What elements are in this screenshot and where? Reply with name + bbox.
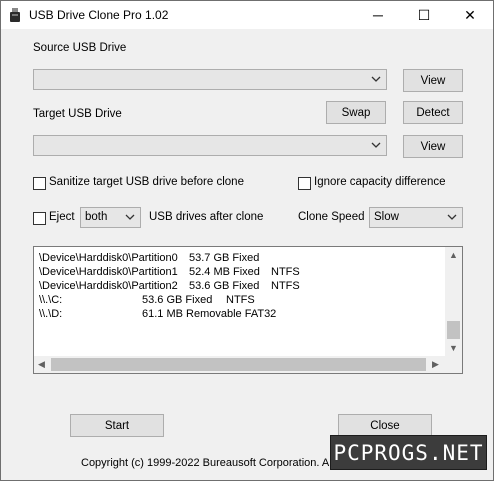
close-icon: ✕ (464, 6, 476, 23)
partition-name: \Device\Harddisk0\Partition2 (39, 280, 178, 292)
clone-speed-select[interactable]: Slow (369, 207, 463, 228)
minimize-button[interactable]: ─ (355, 1, 401, 29)
title-bar[interactable]: USB Drive Clone Pro 1.02 ─ ☐ ✕ (1, 1, 493, 29)
sanitize-checkbox[interactable] (33, 177, 46, 190)
partition-fs: NTFS (226, 294, 255, 306)
chevron-down-icon (371, 76, 381, 82)
detect-button[interactable]: Detect (403, 101, 463, 124)
partition-name: \Device\Harddisk0\Partition1 (39, 266, 178, 278)
vertical-scrollbar[interactable]: ▲ ▼ (445, 247, 462, 357)
maximize-button[interactable]: ☐ (401, 1, 447, 29)
partition-size: 53.6 GB Fixed (142, 294, 213, 306)
scroll-left-icon[interactable]: ◀ (38, 359, 45, 370)
horizontal-scrollbar[interactable]: ◀ ▶ (34, 356, 445, 373)
chevron-down-icon (125, 214, 135, 220)
target-drive-select[interactable] (33, 135, 387, 156)
swap-button[interactable]: Swap (326, 101, 386, 124)
usb-drive-icon (10, 8, 20, 22)
eject-mode-select[interactable]: both (80, 207, 141, 228)
start-button[interactable]: Start (70, 414, 164, 437)
clone-speed-value: Slow (374, 211, 399, 223)
ignore-capacity-label[interactable]: Ignore capacity difference (314, 176, 445, 188)
minimize-icon: ─ (373, 7, 383, 23)
partition-size: 52.4 MB Fixed (189, 266, 260, 278)
partition-size: 61.1 MB Removable FAT32 (142, 308, 277, 320)
partition-fs: NTFS (271, 280, 300, 292)
partition-fs: NTFS (271, 266, 300, 278)
partition-name: \Device\Harddisk0\Partition0 (39, 252, 178, 264)
watermark: PCPROGS.NET (330, 435, 487, 470)
partition-size: 53.7 GB Fixed (189, 252, 260, 264)
partition-name: \\.\D: (39, 308, 63, 320)
chevron-down-icon (447, 214, 457, 220)
maximize-icon: ☐ (417, 6, 431, 23)
chevron-down-icon (371, 142, 381, 148)
partition-name: \\.\C: (39, 294, 63, 306)
source-drive-label: Source USB Drive (33, 42, 127, 54)
close-window-button[interactable]: ✕ (447, 1, 493, 29)
target-view-button[interactable]: View (403, 135, 463, 158)
close-button[interactable]: Close (338, 414, 432, 437)
ignore-capacity-checkbox[interactable] (298, 177, 311, 190)
source-view-button[interactable]: View (403, 69, 463, 92)
scroll-down-icon[interactable]: ▼ (449, 343, 458, 353)
scroll-up-icon[interactable]: ▲ (449, 250, 458, 260)
clone-speed-label: Clone Speed (298, 211, 365, 223)
scroll-right-icon[interactable]: ▶ (432, 359, 439, 370)
eject-suffix-label: USB drives after clone (149, 211, 264, 223)
partition-size: 53.6 GB Fixed (189, 280, 260, 292)
app-window: USB Drive Clone Pro 1.02 ─ ☐ ✕ Source US… (0, 0, 494, 481)
window-title: USB Drive Clone Pro 1.02 (29, 8, 169, 22)
partition-list[interactable]: \Device\Harddisk0\Partition0 53.7 GB Fix… (33, 246, 463, 374)
horizontal-scroll-thumb[interactable] (51, 358, 426, 371)
target-drive-label: Target USB Drive (33, 108, 122, 120)
eject-checkbox[interactable] (33, 212, 46, 225)
scrollbar-corner (445, 356, 462, 373)
vertical-scroll-thumb[interactable] (447, 321, 460, 339)
source-drive-select[interactable] (33, 69, 387, 90)
sanitize-label[interactable]: Sanitize target USB drive before clone (49, 176, 244, 188)
eject-label[interactable]: Eject (49, 211, 75, 223)
eject-mode-value: both (85, 211, 108, 223)
